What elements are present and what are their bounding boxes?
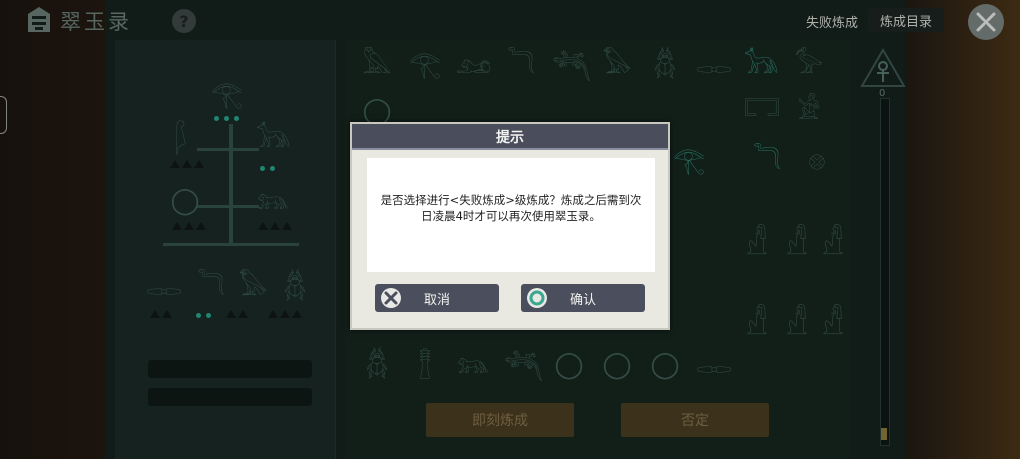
dialog-title: 提示 [496, 130, 524, 146]
dialog-message: 是否选择进行<失败炼成>级炼成？炼成之后需到次日凌晨4时才可以再次使用翠玉录。 [380, 193, 642, 223]
confirm-button[interactable]: 确认 [521, 284, 645, 312]
dialog-body: 是否选择进行<失败炼成>级炼成？炼成之后需到次日凌晨4时才可以再次使用翠玉录。 [367, 158, 655, 272]
cancel-x-icon [381, 288, 401, 308]
confirm-circle-icon [527, 288, 547, 308]
confirm-label: 确认 [569, 292, 596, 308]
cancel-button[interactable]: 取消 [375, 284, 499, 312]
dialog-header: 提示 [352, 124, 668, 150]
cancel-label: 取消 [423, 292, 450, 308]
confirm-dialog: 提示 是否选择进行<失败炼成>级炼成？炼成之后需到次日凌晨4时才可以再次使用翠玉… [350, 122, 670, 330]
